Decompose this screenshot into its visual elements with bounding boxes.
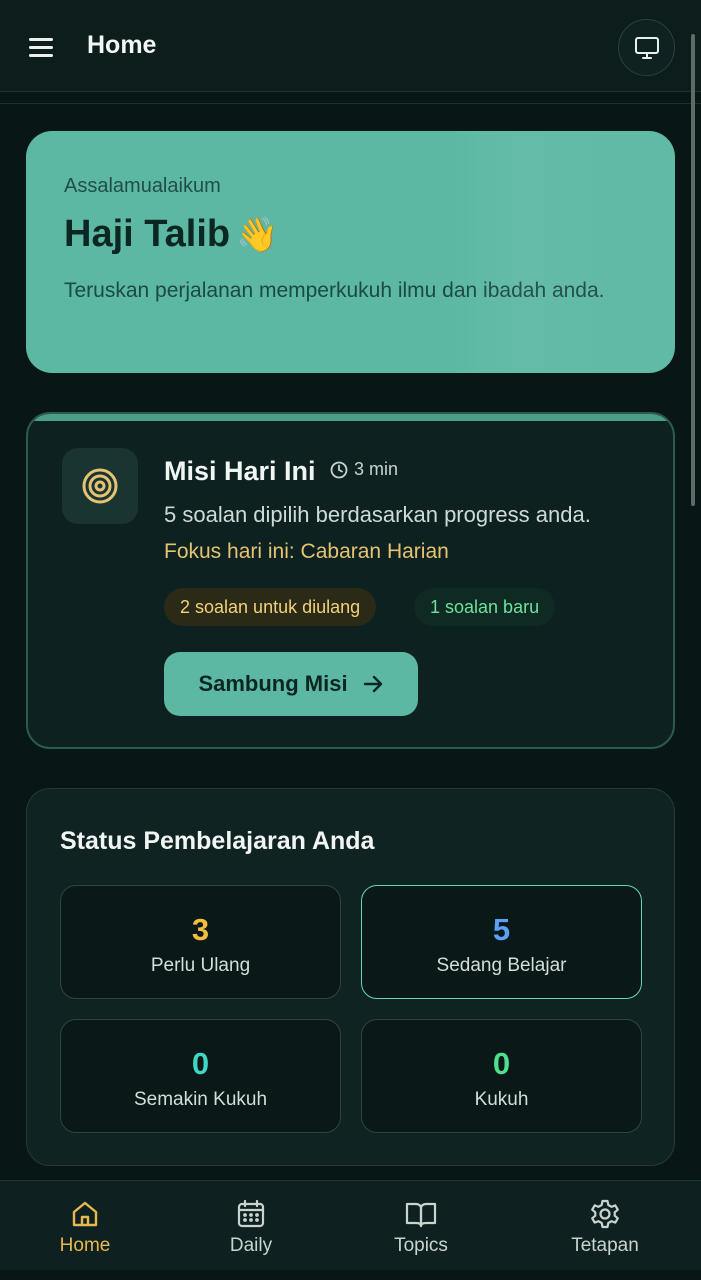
nav-label: Tetapan <box>571 1235 639 1256</box>
daily-mission-card: Misi Hari Ini 3 min 5 soalan dipilih ber… <box>26 412 675 749</box>
divider <box>0 103 701 104</box>
stat-value: 5 <box>492 912 511 947</box>
greeting-card: Assalamualaikum Haji Talib 👋 Teruskan per… <box>26 131 675 373</box>
status-title: Status Pembelajaran Anda <box>60 827 375 855</box>
waving-hand-icon: 👋 <box>236 216 279 254</box>
stat-kukuh[interactable]: 0 Kukuh <box>361 1019 642 1133</box>
stat-value: 0 <box>492 1046 511 1081</box>
learning-status-card: Status Pembelajaran Anda 3 Perlu Ulang 5… <box>26 788 675 1166</box>
mission-description: 5 soalan dipilih berdasarkan progress an… <box>164 502 591 527</box>
menu-button[interactable] <box>24 30 58 64</box>
mission-duration-text: 3 min <box>354 459 399 479</box>
continue-mission-label: Sambung Misi <box>198 671 348 696</box>
nav-label: Home <box>59 1235 111 1256</box>
nav-item-home[interactable]: Home <box>25 1197 145 1257</box>
book-icon <box>405 1202 437 1228</box>
greeting-name-row: Haji Talib 👋 <box>64 213 278 256</box>
stat-label: Perlu Ulang <box>150 955 251 976</box>
mission-accent-bar <box>28 414 673 421</box>
mission-duration: 3 min <box>330 459 398 480</box>
greeting-message: Teruskan perjalanan memperkukuh ilmu dan… <box>64 279 605 302</box>
page-title: Home <box>87 31 157 59</box>
mission-title: Misi Hari Ini <box>164 456 316 486</box>
stat-semakin-kukuh[interactable]: 0 Semakin Kukuh <box>60 1019 341 1133</box>
greeting-salutation: Assalamualaikum <box>64 175 221 197</box>
nav-label: Topics <box>394 1235 448 1256</box>
stat-sedang-belajar[interactable]: 5 Sedang Belajar <box>361 885 642 999</box>
stat-label: Sedang Belajar <box>436 955 567 976</box>
stat-value: 3 <box>191 912 210 947</box>
monitor-icon <box>634 36 659 59</box>
continue-mission-button[interactable]: Sambung Misi <box>164 652 418 716</box>
review-count-badge: 2 soalan untuk diulang <box>164 588 377 626</box>
bottom-navigation: Home Daily Topics Tetapan <box>0 1180 701 1270</box>
scrollbar[interactable] <box>691 34 695 506</box>
display-mode-button[interactable] <box>618 19 675 76</box>
stat-value: 0 <box>191 1046 210 1081</box>
gear-icon <box>591 1199 619 1229</box>
top-app-bar: Home <box>0 0 701 92</box>
menu-icon-bar <box>29 46 53 49</box>
nav-item-tetapan[interactable]: Tetapan <box>545 1197 665 1257</box>
calendar-icon <box>237 1199 265 1228</box>
mission-icon-box <box>62 448 138 524</box>
user-name: Haji Talib <box>64 213 231 255</box>
arrow-right-icon <box>363 675 382 693</box>
new-count-badge: 1 soalan baru <box>414 588 556 626</box>
nav-item-daily[interactable]: Daily <box>191 1197 311 1257</box>
menu-icon <box>29 38 53 41</box>
nav-label: Daily <box>229 1235 273 1256</box>
clock-icon <box>330 461 348 478</box>
stat-label: Semakin Kukuh <box>133 1089 268 1110</box>
stat-perlu-ulang[interactable]: 3 Perlu Ulang <box>60 885 341 999</box>
mission-focus: Fokus hari ini: Cabaran Harian <box>164 540 449 563</box>
stat-label: Kukuh <box>474 1089 529 1110</box>
menu-icon-bar <box>29 54 53 57</box>
nav-item-topics[interactable]: Topics <box>361 1197 481 1257</box>
home-icon <box>72 1201 98 1227</box>
system-nav-area <box>0 1270 701 1280</box>
target-icon <box>82 468 118 504</box>
